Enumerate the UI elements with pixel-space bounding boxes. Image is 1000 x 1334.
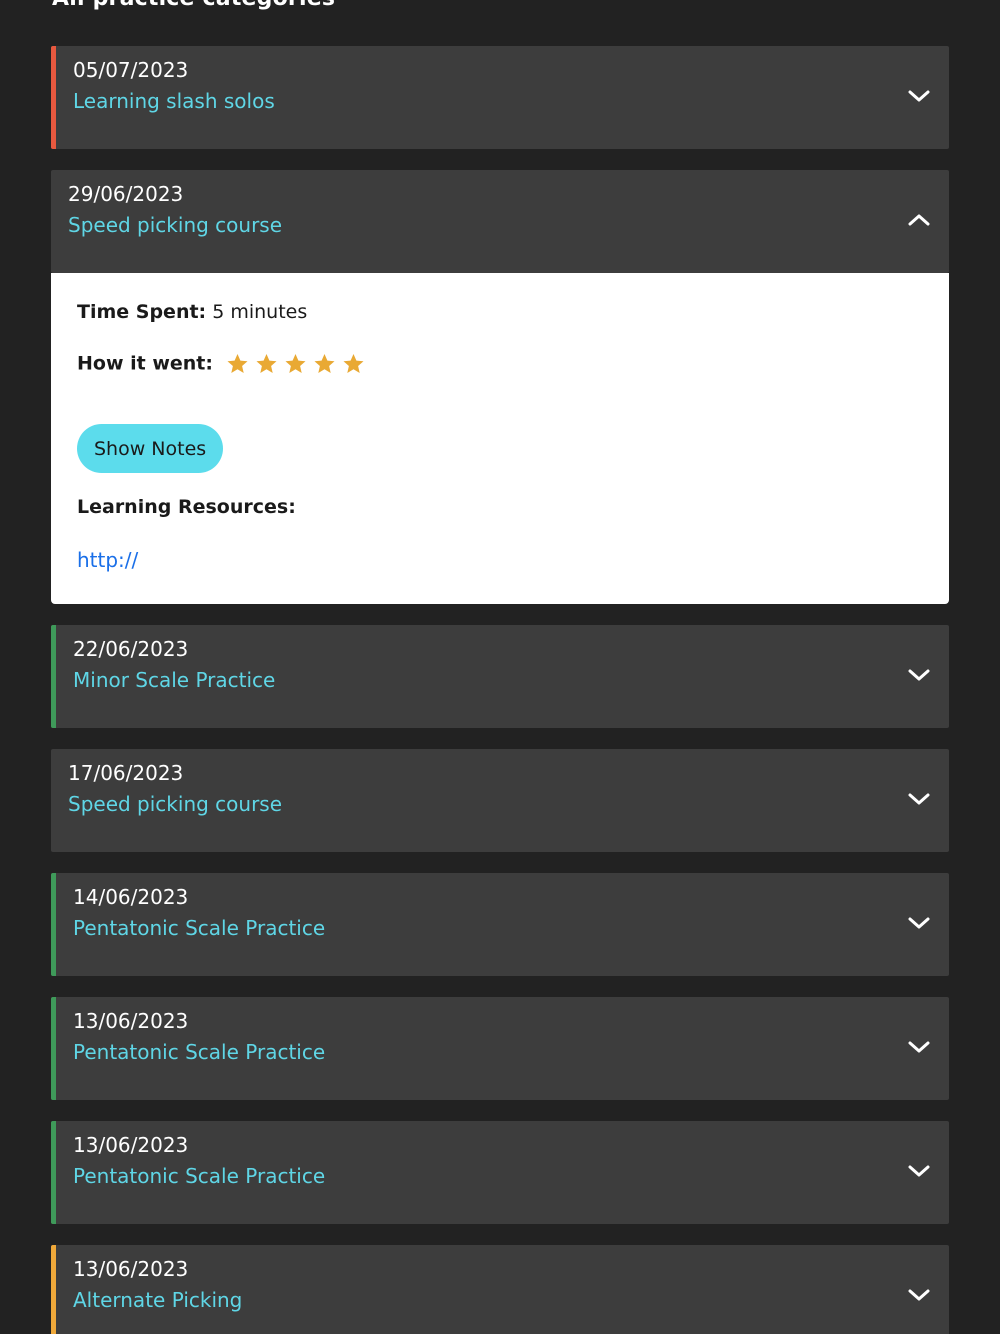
rating-row: How it went: (77, 352, 366, 376)
list-item: 17/06/2023 Speed picking course (51, 749, 949, 852)
rating-stars (225, 352, 366, 376)
entry-date: 13/06/2023 (73, 1133, 189, 1157)
list-item: 13/06/2023 Alternate Picking (51, 1245, 949, 1334)
chevron-down-icon[interactable] (907, 789, 931, 809)
chevron-down-icon[interactable] (907, 86, 931, 106)
chevron-down-icon[interactable] (907, 665, 931, 685)
star-icon (312, 352, 337, 376)
practice-entry-header[interactable]: 13/06/2023 Alternate Picking (51, 1245, 949, 1334)
practice-entry-header[interactable]: 13/06/2023 Pentatonic Scale Practice (51, 1121, 949, 1224)
list-item: 13/06/2023 Pentatonic Scale Practice (51, 997, 949, 1100)
entry-category: Alternate Picking (73, 1288, 243, 1312)
entry-category: Speed picking course (68, 213, 283, 237)
time-spent-row: Time Spent: 5 minutes (77, 301, 307, 323)
entry-date: 22/06/2023 (73, 637, 189, 661)
entry-category: Pentatonic Scale Practice (73, 1164, 326, 1188)
practice-entry-header[interactable]: 17/06/2023 Speed picking course (51, 749, 949, 852)
entry-category: Speed picking course (68, 792, 283, 816)
entry-category: Minor Scale Practice (73, 668, 276, 692)
how-it-went-label: How it went: (77, 352, 213, 375)
practice-history-page: All practice categories 05/07/2023 Learn… (0, 0, 1000, 1334)
entry-details-panel: Time Spent: 5 minutes How it went: Show … (51, 273, 949, 604)
show-notes-button[interactable]: Show Notes (77, 424, 224, 473)
entry-date: 29/06/2023 (68, 182, 184, 206)
list-item: 14/06/2023 Pentatonic Scale Practice (51, 873, 949, 976)
practice-list: 05/07/2023 Learning slash solos 29/06/20… (51, 46, 949, 1334)
chevron-up-icon[interactable] (907, 210, 931, 230)
resource-link[interactable]: http:// (77, 548, 138, 572)
list-item: 13/06/2023 Pentatonic Scale Practice (51, 1121, 949, 1224)
entry-category: Learning slash solos (73, 89, 275, 113)
entry-date: 13/06/2023 (73, 1009, 189, 1033)
practice-entry-header[interactable]: 14/06/2023 Pentatonic Scale Practice (51, 873, 949, 976)
list-item: 05/07/2023 Learning slash solos (51, 46, 949, 149)
chevron-down-icon[interactable] (907, 1285, 931, 1305)
list-item: 22/06/2023 Minor Scale Practice (51, 625, 949, 728)
star-icon (283, 352, 308, 376)
entry-category: Pentatonic Scale Practice (73, 1040, 326, 1064)
chevron-down-icon[interactable] (907, 1161, 931, 1181)
star-icon (225, 352, 250, 376)
section-title: All practice categories (52, 0, 335, 11)
practice-entry-header[interactable]: 05/07/2023 Learning slash solos (51, 46, 949, 149)
practice-entry-header[interactable]: 29/06/2023 Speed picking course (51, 170, 949, 273)
entry-date: 13/06/2023 (73, 1257, 189, 1281)
star-icon (341, 352, 366, 376)
time-spent-label: Time Spent: (77, 301, 207, 323)
star-icon (254, 352, 279, 376)
chevron-down-icon[interactable] (907, 1037, 931, 1057)
entry-category: Pentatonic Scale Practice (73, 916, 326, 940)
entry-date: 05/07/2023 (73, 58, 189, 82)
practice-entry-header[interactable]: 22/06/2023 Minor Scale Practice (51, 625, 949, 728)
time-spent-value: 5 minutes (212, 301, 308, 323)
entry-date: 14/06/2023 (73, 885, 189, 909)
learning-resources-label: Learning Resources: (77, 496, 296, 518)
chevron-down-icon[interactable] (907, 913, 931, 933)
list-item: 29/06/2023 Speed picking course Time Spe… (51, 170, 949, 604)
practice-entry-header[interactable]: 13/06/2023 Pentatonic Scale Practice (51, 997, 949, 1100)
resources-row: Learning Resources: (77, 496, 296, 518)
entry-date: 17/06/2023 (68, 761, 184, 785)
